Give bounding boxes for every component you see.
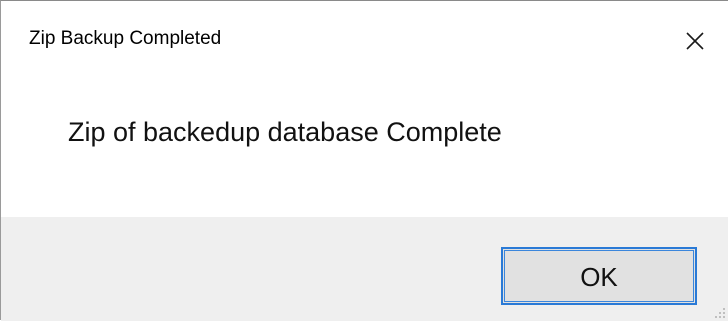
resize-grip-icon[interactable] bbox=[712, 305, 726, 319]
close-icon bbox=[685, 31, 705, 51]
dialog-message: Zip of backedup database Complete bbox=[68, 117, 502, 147]
dialog-footer: OK bbox=[1, 217, 728, 321]
close-button[interactable] bbox=[662, 1, 728, 81]
ok-button-label: OK bbox=[580, 261, 618, 292]
ok-button[interactable]: OK bbox=[501, 247, 697, 305]
title-bar[interactable]: Zip Backup Completed bbox=[1, 1, 728, 81]
message-dialog: Zip Backup Completed Zip of backedup dat… bbox=[0, 0, 728, 321]
dialog-content: Zip of backedup database Complete bbox=[1, 81, 728, 217]
window-title: Zip Backup Completed bbox=[29, 28, 222, 49]
